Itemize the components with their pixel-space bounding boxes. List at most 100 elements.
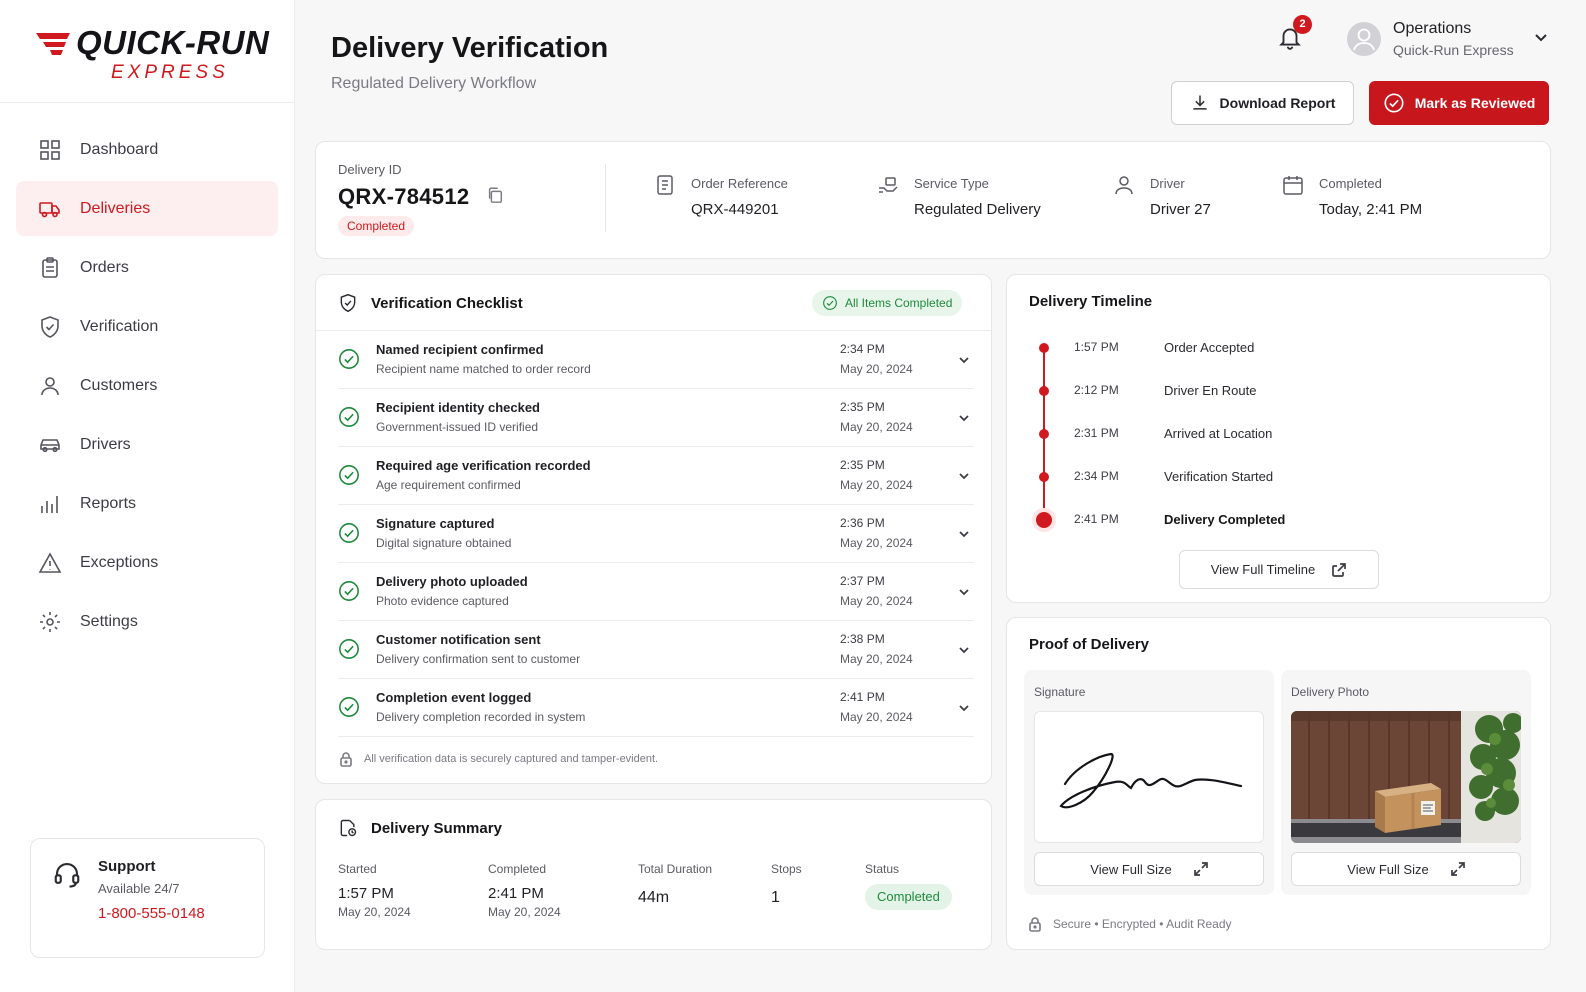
sidebar-item-drivers[interactable]: Drivers xyxy=(16,417,278,472)
chevron-down-icon[interactable] xyxy=(958,702,970,714)
sidebar-item-customers[interactable]: Customers xyxy=(16,358,278,413)
delivery-photo[interactable] xyxy=(1291,711,1521,843)
timeline-dot xyxy=(1039,429,1049,439)
row-time: 2:35 PM xyxy=(840,400,885,414)
status-badge: Completed xyxy=(865,884,952,910)
timeline-label: Order Accepted xyxy=(1164,340,1255,355)
summary-duration: Total Duration 44m xyxy=(638,862,712,907)
view-signature-full-size-button[interactable]: View Full Size xyxy=(1034,852,1264,886)
row-time: 2:34 PM xyxy=(840,342,885,356)
chevron-down-icon[interactable] xyxy=(958,354,970,366)
copy-icon[interactable] xyxy=(486,186,504,204)
support-availability: Available 24/7 xyxy=(98,881,180,896)
meta-label: Completed xyxy=(1319,176,1382,191)
duration-label: Total Duration xyxy=(638,862,713,876)
row-date: May 20, 2024 xyxy=(840,652,913,666)
user-name[interactable]: Operations xyxy=(1393,20,1471,38)
timeline-dot-current xyxy=(1036,512,1052,528)
chevron-down-icon[interactable] xyxy=(1534,30,1548,44)
proof-title: Proof of Delivery xyxy=(1029,636,1150,653)
chevron-down-icon[interactable] xyxy=(958,528,970,540)
meta-value: Driver 27 xyxy=(1150,201,1211,218)
verification-checklist-card: Verification Checklist All Items Complet… xyxy=(315,274,992,784)
expand-icon xyxy=(1450,862,1465,876)
delivery-info-card: Delivery ID QRX-784512 Completed Order R… xyxy=(315,141,1551,259)
speed-lines-icon xyxy=(36,33,70,55)
stops-value: 1 xyxy=(771,889,780,906)
mark-as-reviewed-button[interactable]: Mark as Reviewed xyxy=(1369,81,1549,125)
calendar-icon xyxy=(1283,176,1303,195)
check-circle-icon xyxy=(823,296,837,310)
secure-note-text: All verification data is securely captur… xyxy=(364,753,659,765)
row-date: May 20, 2024 xyxy=(840,478,913,492)
chevron-down-icon[interactable] xyxy=(958,470,970,482)
lock-icon xyxy=(340,752,352,767)
checklist-row[interactable]: Signature captured Digital signature obt… xyxy=(338,505,974,563)
started-time: 1:57 PM xyxy=(338,885,394,902)
checklist-title: Verification Checklist xyxy=(371,294,523,312)
sidebar-item-orders[interactable]: Orders xyxy=(16,240,278,295)
document-icon xyxy=(657,175,673,195)
notification-badge: 2 xyxy=(1293,15,1312,34)
row-title: Delivery photo uploaded xyxy=(376,574,528,589)
checklist-row[interactable]: Named recipient confirmed Recipient name… xyxy=(338,331,974,389)
checklist-row[interactable]: Recipient identity checked Government-is… xyxy=(338,389,974,447)
meta-label: Order Reference xyxy=(691,176,788,191)
timeline-event: 2:31 PM Arrived at Location xyxy=(1007,424,1547,444)
status-label: Status xyxy=(865,862,900,876)
view-photo-full-size-button[interactable]: View Full Size xyxy=(1291,852,1521,886)
sidebar-item-reports[interactable]: Reports xyxy=(16,476,278,531)
row-title: Named recipient confirmed xyxy=(376,342,544,357)
sidebar-item-settings[interactable]: Settings xyxy=(16,594,278,649)
sidebar-nav: Dashboard Deliveries Orders Verification… xyxy=(16,122,278,653)
sidebar-item-verification[interactable]: Verification xyxy=(16,299,278,354)
timeline-dot xyxy=(1039,343,1049,353)
row-time: 2:36 PM xyxy=(840,516,885,530)
row-title: Signature captured xyxy=(376,516,495,531)
started-date: May 20, 2024 xyxy=(338,905,411,919)
row-date: May 20, 2024 xyxy=(840,710,913,724)
delivery-box-icon xyxy=(879,177,898,193)
sidebar-item-deliveries[interactable]: Deliveries xyxy=(16,181,278,236)
checklist-row[interactable]: Customer notification sent Delivery conf… xyxy=(338,621,974,679)
row-title: Customer notification sent xyxy=(376,632,541,647)
download-report-button[interactable]: Download Report xyxy=(1171,81,1354,125)
proof-of-delivery-card: Proof of Delivery Signature View Full Si… xyxy=(1006,617,1551,950)
row-time: 2:37 PM xyxy=(840,574,885,588)
signature-drawing xyxy=(1059,752,1243,809)
check-circle-icon xyxy=(339,407,359,427)
warning-icon xyxy=(38,551,62,573)
page-title: Delivery Verification xyxy=(331,32,609,64)
sidebar-item-dashboard[interactable]: Dashboard xyxy=(16,122,278,177)
view-full-timeline-button[interactable]: View Full Timeline xyxy=(1179,550,1379,589)
chevron-down-icon[interactable] xyxy=(958,644,970,656)
status-badge: Completed xyxy=(338,216,415,236)
row-subtitle: Delivery confirmation sent to customer xyxy=(376,652,581,666)
chevron-down-icon[interactable] xyxy=(958,412,970,424)
avatar[interactable] xyxy=(1347,22,1381,56)
signature-image[interactable] xyxy=(1034,711,1264,843)
chevron-down-icon[interactable] xyxy=(958,586,970,598)
support-phone-link[interactable]: 1-800-555-0148 xyxy=(98,905,205,922)
summary-header: Delivery Summary xyxy=(338,818,502,838)
checklist-row[interactable]: Delivery photo uploaded Photo evidence c… xyxy=(338,563,974,621)
sidebar-item-exceptions[interactable]: Exceptions xyxy=(16,535,278,590)
timeline-dot xyxy=(1039,386,1049,396)
timeline-event: 2:34 PM Verification Started xyxy=(1007,467,1547,487)
timeline-label: Arrived at Location xyxy=(1164,426,1273,441)
person-icon xyxy=(1115,176,1133,195)
user-avatar-icon xyxy=(1353,28,1375,51)
checklist-row[interactable]: Required age verification recorded Age r… xyxy=(338,447,974,505)
timeline-event: 1:57 PM Order Accepted xyxy=(1007,338,1547,358)
sidebar-item-label: Customers xyxy=(80,376,158,394)
checklist-row[interactable]: Completion event logged Delivery complet… xyxy=(338,679,974,737)
delivery-timeline-card: Delivery Timeline 1:57 PM Order Accepted… xyxy=(1006,274,1551,603)
badge-label: All Items Completed xyxy=(845,296,953,310)
timeline-dot xyxy=(1039,472,1049,482)
timeline-time: 2:41 PM xyxy=(1074,512,1119,526)
check-circle-icon xyxy=(339,349,359,369)
timeline-event: 2:41 PM Delivery Completed xyxy=(1007,510,1547,530)
row-title: Required age verification recorded xyxy=(376,458,591,473)
brand-logo[interactable]: QUICK-RUN EXPRESS xyxy=(0,0,294,103)
user-icon xyxy=(41,376,59,395)
